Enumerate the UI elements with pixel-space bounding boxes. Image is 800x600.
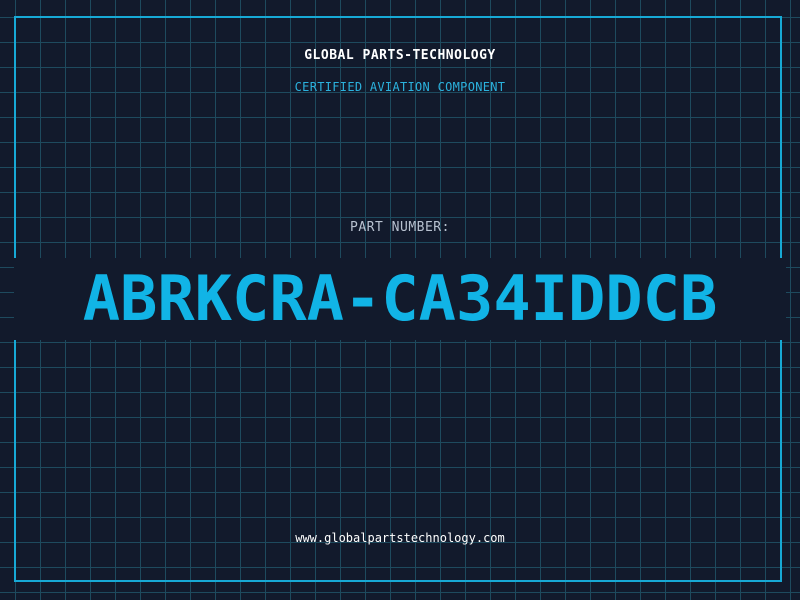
certification-tagline: CERTIFIED AVIATION COMPONENT	[294, 80, 506, 94]
website-url: www.globalpartstechnology.com	[295, 531, 505, 545]
part-number-value: ABRKCRA-CA34IDDCB	[82, 262, 718, 335]
part-number-label: PART NUMBER:	[350, 220, 450, 235]
part-label-card: GLOBAL PARTS-TECHNOLOGY CERTIFIED AVIATI…	[0, 0, 800, 600]
company-name: GLOBAL PARTS-TECHNOLOGY	[304, 48, 496, 63]
